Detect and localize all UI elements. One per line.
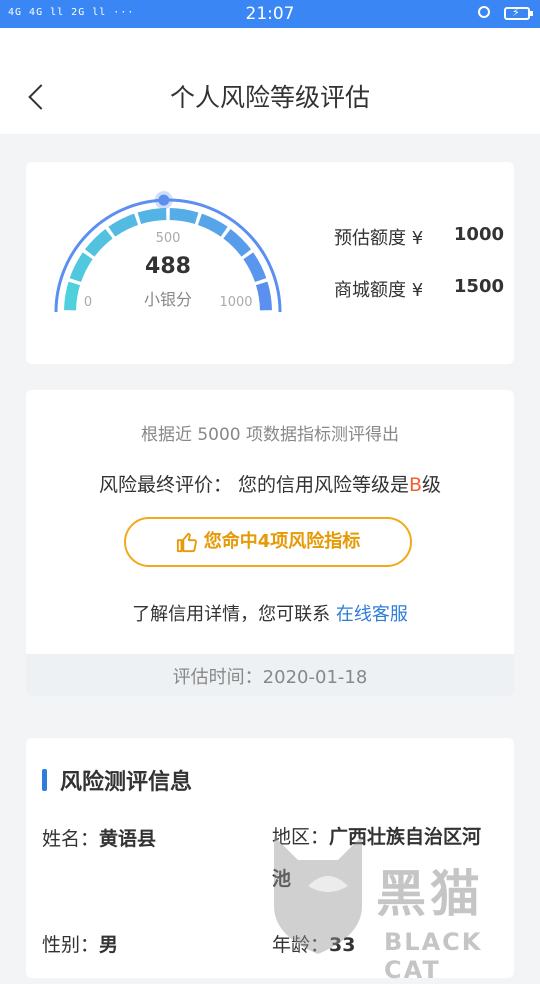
score-unit: 小银分 [143, 290, 192, 309]
score-card: 0 500 1000 488 小银分 预估额度 ¥ 1000 商城额度 ¥ 15… [26, 162, 514, 364]
name-label: 姓名： [42, 828, 100, 850]
gender-label: 性别： [42, 934, 100, 956]
gauge-indicator-dot [158, 194, 170, 206]
contact-line: 了解信用详情，您可联系 在线客服 [26, 600, 514, 626]
status-time: 21:07 [245, 4, 295, 24]
name-value: 黄语县 [99, 828, 157, 850]
name-field: 姓名：黄语县 [42, 824, 156, 851]
gauge-segment [84, 228, 113, 257]
mall-quota-amount: 1500 [453, 276, 504, 297]
gauge-segment [64, 281, 81, 311]
gender-value: 男 [99, 934, 119, 956]
mall-quota: 商城额度 ¥ 1500 [334, 276, 504, 302]
alarm-icon [478, 6, 490, 18]
gauge-segment [169, 208, 199, 225]
online-service-link[interactable]: 在线客服 [336, 604, 408, 625]
final-evaluation-suffix: 级 [422, 474, 442, 496]
contact-prefix: 了解信用详情，您可联系 [132, 604, 336, 625]
gauge-tick-mid: 500 [156, 231, 181, 246]
mall-quota-label: 商城额度 ¥ [334, 280, 424, 301]
thumbs-up-icon [176, 532, 197, 553]
gauge-tick-min: 0 [84, 295, 92, 310]
gauge-segment [223, 228, 252, 257]
evaluation-card: 根据近 5000 项数据指标测评得出 风险最终评价： 您的信用风险等级是B级 您… [26, 390, 514, 696]
gauge-segment [137, 208, 167, 225]
section-accent-bar [42, 769, 47, 791]
gauge-segment [69, 252, 93, 283]
watermark-sub: BLACK CAT [384, 928, 483, 984]
risk-grade: B [408, 474, 423, 496]
gauge-segment [243, 252, 267, 283]
final-evaluation: 风险最终评价： 您的信用风险等级是B级 [26, 470, 514, 497]
estimated-quota: 预估额度 ¥ 1000 [334, 224, 504, 250]
risk-hit-label: 您命中4项风险指标 [203, 531, 361, 552]
estimated-quota-amount: 1000 [453, 224, 504, 245]
risk-hit-button[interactable]: 您命中4项风险指标 [124, 517, 412, 567]
gauge-segment [255, 281, 272, 311]
gauge-segment [197, 213, 228, 237]
gauge-segment [108, 213, 139, 237]
evaluation-basis: 根据近 5000 项数据指标测评得出 [140, 425, 400, 445]
credit-score: 488 [145, 254, 191, 279]
estimated-quota-label: 预估额度 ¥ [334, 228, 424, 249]
battery-charging-icon: ⚡ [504, 6, 533, 20]
evaluation-time: 评估时间：2020-01-18 [26, 654, 514, 696]
status-bar: 4G 4G ll 2G ll ··· 21:07 ⚡ [0, 0, 540, 28]
gender-field: 性别：男 [42, 930, 118, 957]
section-title: 风险测评信息 [60, 770, 193, 795]
watermark-text: 黑猫 [376, 865, 484, 923]
page-title: 个人风险等级评估 [169, 83, 370, 112]
nav-header: 个人风险等级评估 [0, 28, 540, 134]
final-evaluation-prefix: 风险最终评价： 您的信用风险等级是 [98, 474, 409, 496]
black-cat-logo-icon [274, 836, 362, 954]
